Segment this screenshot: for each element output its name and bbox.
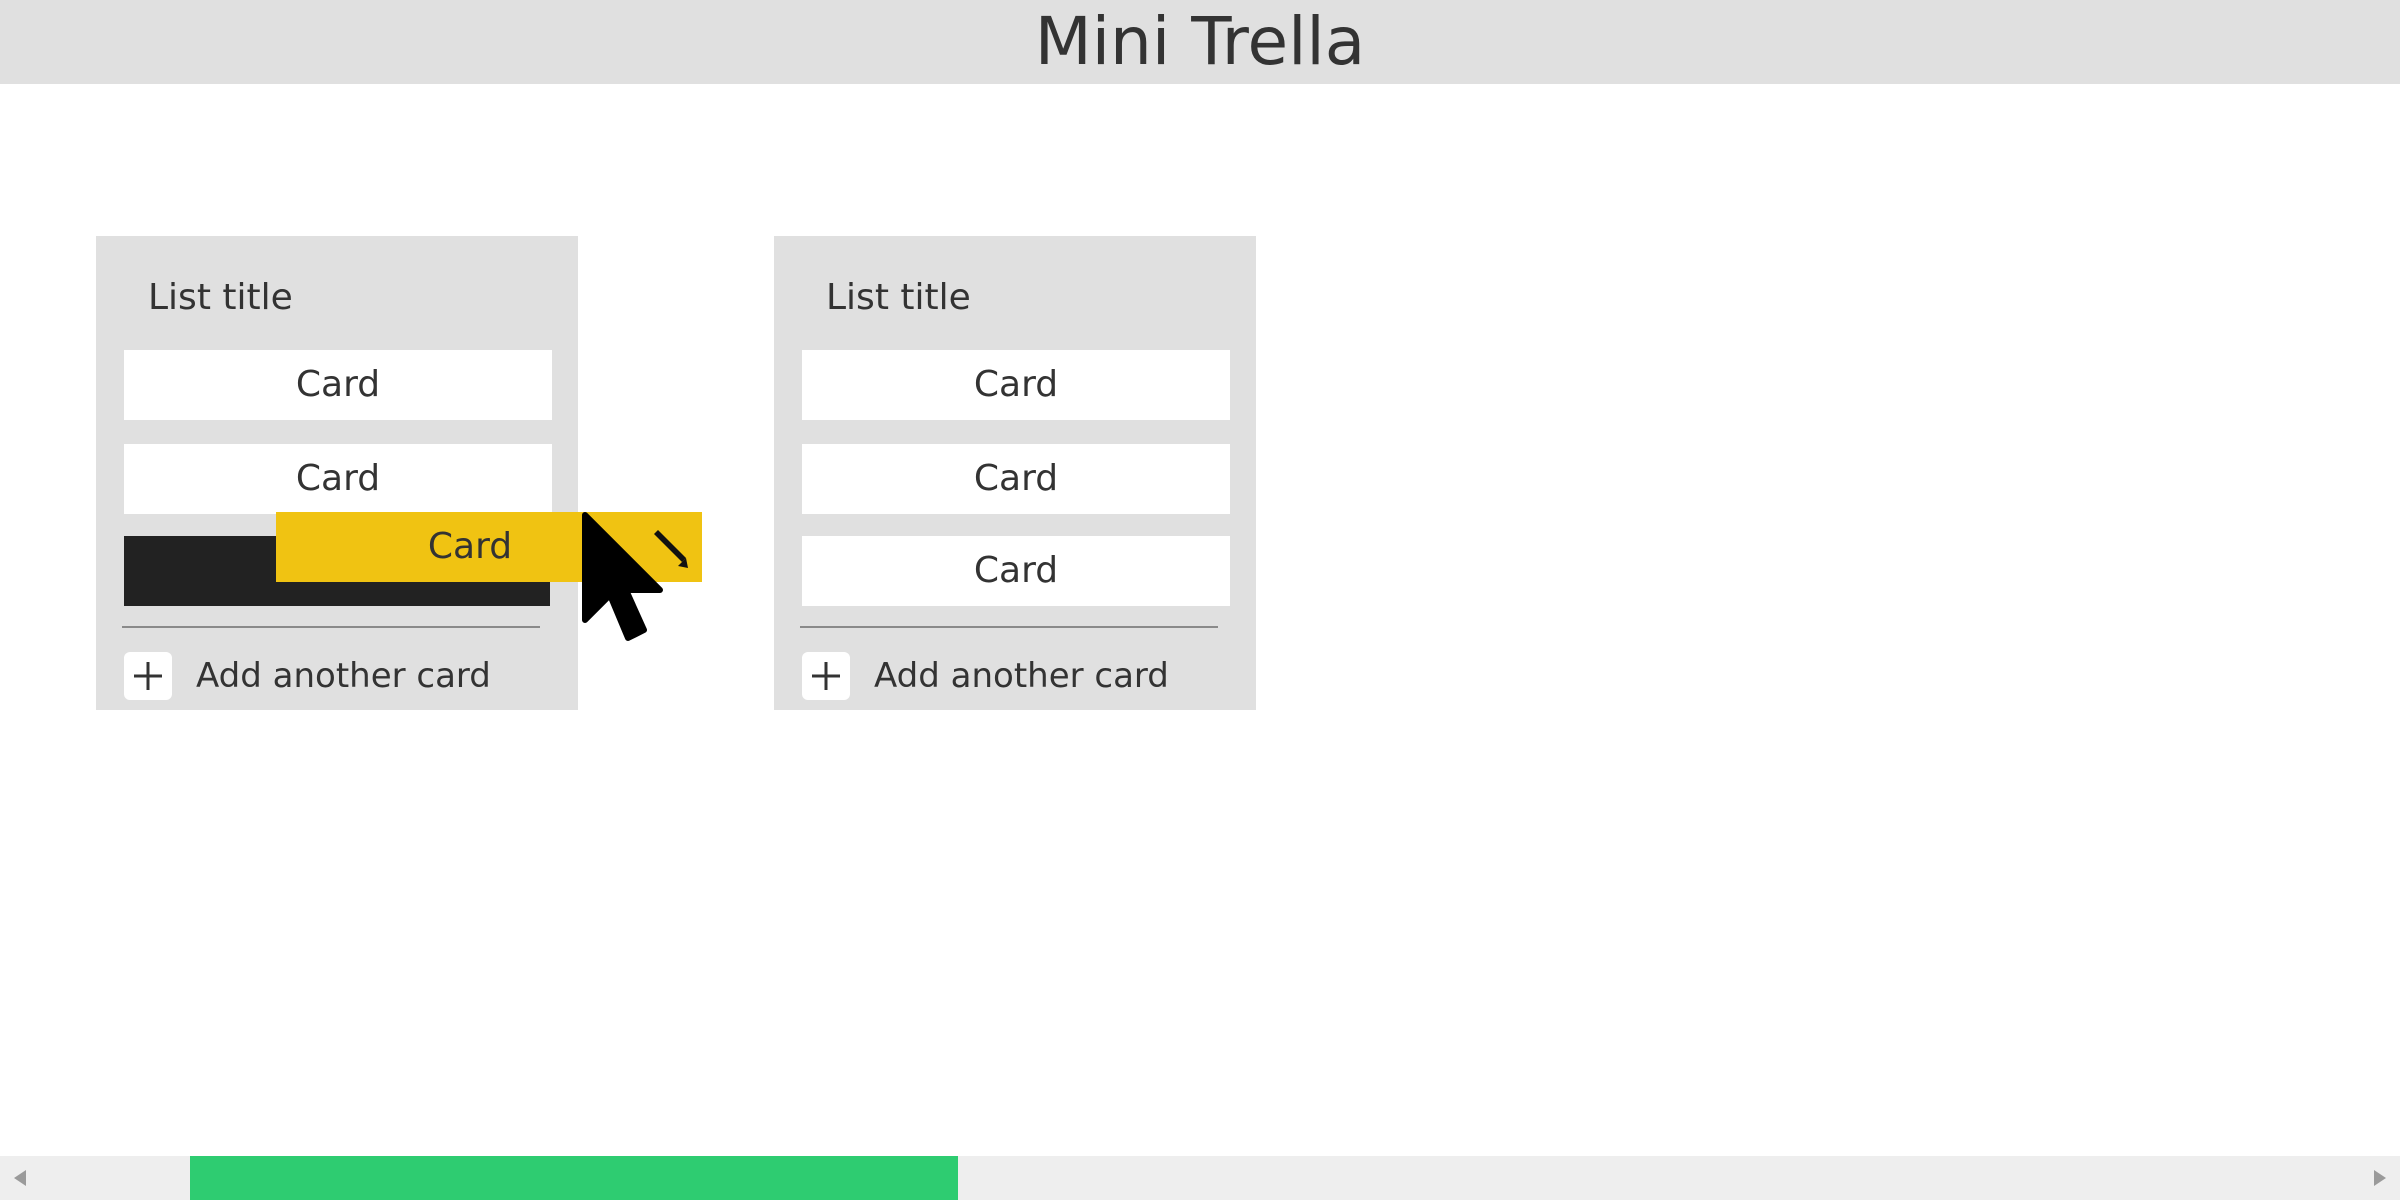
list-title[interactable]: List title	[826, 270, 971, 326]
horizontal-scrollbar[interactable]	[0, 1156, 2400, 1200]
card[interactable]: Card	[802, 444, 1230, 514]
list-divider	[800, 626, 1218, 628]
list-column: List title Card Card Add another card	[96, 236, 578, 710]
list-column: List title Card Card Card Add another ca…	[774, 236, 1256, 710]
card[interactable]: Card	[124, 444, 552, 514]
list-title[interactable]: List title	[148, 270, 293, 326]
add-card-label: Add another card	[874, 656, 1169, 696]
triangle-right-icon[interactable]	[2372, 1168, 2388, 1192]
add-card-button[interactable]: Add another card	[124, 648, 491, 704]
list-divider	[122, 626, 540, 628]
card[interactable]: Card	[802, 536, 1230, 606]
plus-icon[interactable]	[124, 652, 172, 700]
app-title: Mini Trella	[1034, 3, 1366, 80]
card[interactable]: Card	[124, 350, 552, 420]
mouse-pointer-icon	[580, 510, 670, 650]
card[interactable]: Card	[802, 350, 1230, 420]
app-header: Mini Trella	[0, 0, 2400, 84]
add-card-button[interactable]: Add another card	[802, 648, 1169, 704]
add-card-label: Add another card	[196, 656, 491, 696]
triangle-left-icon[interactable]	[12, 1168, 28, 1192]
scroll-thumb[interactable]	[190, 1156, 958, 1200]
plus-icon[interactable]	[802, 652, 850, 700]
